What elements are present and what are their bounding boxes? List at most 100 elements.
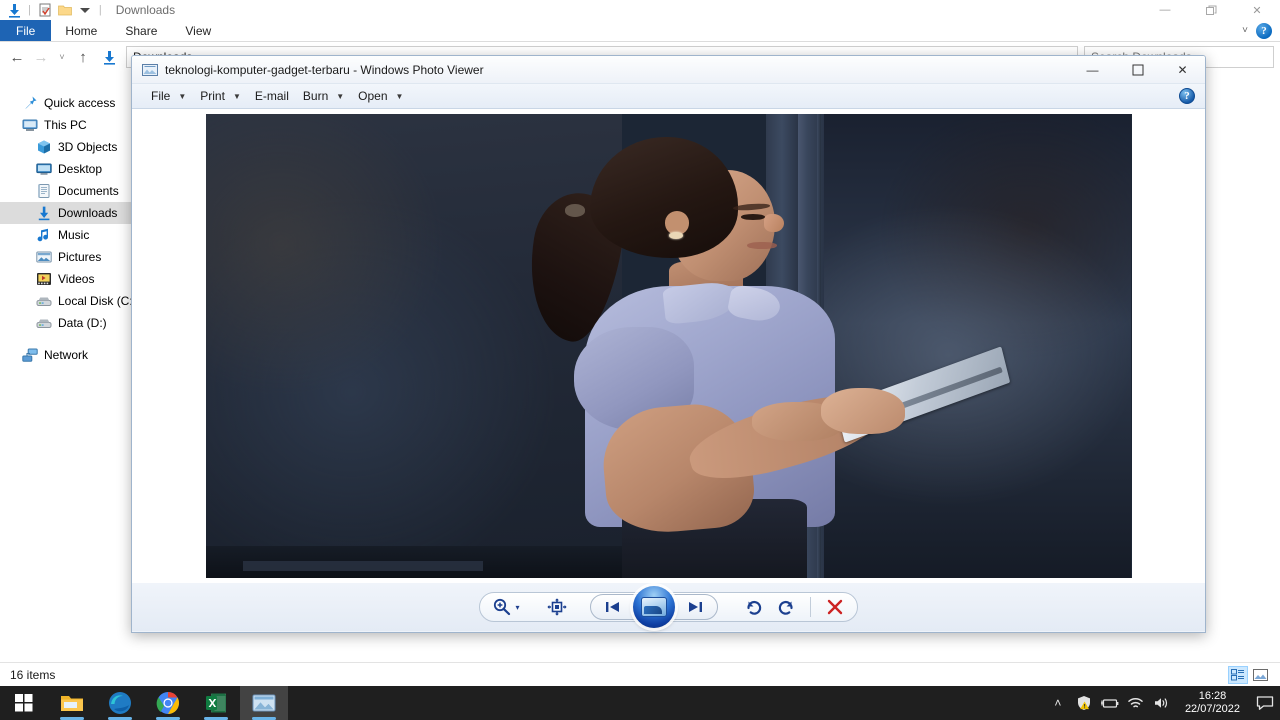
- zoom-button[interactable]: ▾: [486, 594, 525, 620]
- sidebar-item-label: Documents: [58, 184, 119, 198]
- downloads-folder-icon: [98, 46, 120, 68]
- new-folder-icon[interactable]: [57, 2, 73, 18]
- chevron-down-icon[interactable]: ˅: [1242, 25, 1248, 36]
- menu-label: File: [151, 89, 171, 103]
- action-center-icon[interactable]: [1250, 686, 1280, 720]
- tab-home[interactable]: Home: [51, 20, 111, 41]
- taskbar-google-chrome-icon[interactable]: [144, 686, 192, 720]
- item-count-label: 16 items: [10, 667, 56, 682]
- chevron-down-icon[interactable]: ▼: [178, 92, 186, 101]
- photo-viewer-title-bar[interactable]: teknologi-komputer-gadget-terbaru - Wind…: [132, 56, 1205, 84]
- tab-share[interactable]: Share: [111, 20, 171, 41]
- rotate-clockwise-button[interactable]: [770, 594, 802, 620]
- sidebar-item-label: Desktop: [58, 162, 103, 176]
- explorer-restore-button[interactable]: [1188, 0, 1234, 20]
- delete-button[interactable]: [819, 594, 851, 620]
- explorer-close-button[interactable]: ✕: [1234, 0, 1280, 20]
- photo-viewer-menu-print[interactable]: Print ▼: [193, 84, 248, 109]
- chevron-down-icon[interactable]: ▼: [396, 92, 404, 101]
- large-icons-view-button[interactable]: [1250, 666, 1270, 684]
- hard-disk-icon: [36, 293, 52, 309]
- photo-viewer-help-icon[interactable]: ?: [1179, 88, 1195, 104]
- photo-lips: [747, 241, 777, 250]
- up-button[interactable]: ↑: [72, 46, 94, 68]
- sidebar-item-label: Local Disk (C:): [58, 294, 137, 308]
- system-tray: ˄ 16:28 22/07/2022: [1045, 686, 1280, 720]
- show-hidden-icons-button[interactable]: ˄: [1045, 686, 1071, 720]
- next-image-button[interactable]: [675, 595, 715, 619]
- photo-viewer-menu-burn[interactable]: Burn ▼: [296, 84, 351, 109]
- sidebar-item-label: This PC: [44, 118, 87, 132]
- sidebar-item-label: Videos: [58, 272, 95, 286]
- tab-file[interactable]: File: [0, 20, 52, 41]
- windows-start-icon[interactable]: [0, 686, 48, 720]
- pin-icon: [22, 95, 38, 111]
- sidebar-item-label: Pictures: [58, 250, 102, 264]
- help-icon[interactable]: ?: [1256, 22, 1272, 39]
- music-icon: [36, 227, 52, 243]
- ribbon-tab-bar: File Home Share View ˅ ?: [0, 20, 1280, 42]
- windows-taskbar: ˄ 16:28 22/07/2022: [0, 686, 1280, 720]
- toolbar-divider: [809, 597, 811, 617]
- videos-icon: [36, 271, 52, 287]
- photo-viewer-menu-file[interactable]: File ▼: [144, 84, 193, 109]
- photo-viewer-title: teknologi-komputer-gadget-terbaru - Wind…: [165, 62, 484, 77]
- explorer-minimize-button[interactable]: —: [1142, 0, 1188, 20]
- back-button[interactable]: ←: [6, 46, 28, 68]
- recent-locations-icon[interactable]: ˅: [54, 46, 70, 68]
- rotate-counterclockwise-button[interactable]: [738, 594, 770, 620]
- ribbon-right-controls: ˅ ?: [1242, 20, 1280, 41]
- tab-view[interactable]: View: [171, 20, 225, 41]
- photo-viewer-maximize-button[interactable]: [1115, 56, 1160, 84]
- photo-viewer-canvas[interactable]: [132, 109, 1205, 583]
- hard-disk-icon: [36, 315, 52, 331]
- sidebar-item-label: 3D Objects: [58, 140, 118, 154]
- taskbar-clock[interactable]: 16:28 22/07/2022: [1175, 686, 1250, 720]
- photo-viewer-menu-e-mail[interactable]: E-mail: [248, 84, 296, 109]
- photo-viewer-toolbar: ▾: [132, 583, 1205, 631]
- photo-ear: [664, 211, 689, 235]
- forward-button[interactable]: →: [30, 46, 52, 68]
- slideshow-icon: [640, 597, 667, 617]
- security-warning-icon[interactable]: [1071, 686, 1097, 720]
- photo-viewer-close-button[interactable]: ✕: [1160, 56, 1205, 84]
- qat-separator-2: |: [98, 4, 102, 16]
- photo-image: [205, 114, 1132, 578]
- photo-viewer-menu-bar: File ▼ Print ▼ E-mail Burn ▼ Open ▼?: [132, 84, 1205, 109]
- menu-label: Print: [200, 89, 225, 103]
- network-icon: [22, 347, 38, 363]
- chevron-down-icon[interactable]: ▼: [233, 92, 241, 101]
- photo-viewer-menu-open[interactable]: Open ▼: [351, 84, 410, 109]
- toolbar-capsule: ▾: [479, 586, 858, 628]
- download-icon[interactable]: [6, 2, 22, 18]
- details-view-button[interactable]: [1228, 665, 1248, 684]
- play-slideshow-button[interactable]: [632, 586, 675, 628]
- documents-icon: [36, 183, 52, 199]
- previous-image-button[interactable]: [593, 595, 633, 619]
- clock-time: 16:28: [1198, 690, 1227, 702]
- downloads-icon: [36, 205, 52, 221]
- fit-to-window-button[interactable]: [540, 594, 574, 620]
- properties-icon[interactable]: [37, 2, 53, 18]
- sidebar-item-label: Downloads: [58, 206, 118, 220]
- taskbar-microsoft-excel-icon[interactable]: [192, 686, 240, 720]
- explorer-window-controls: — ✕: [1142, 0, 1280, 20]
- menu-label: E-mail: [254, 89, 289, 103]
- window-title: Downloads: [115, 3, 176, 17]
- sidebar-item-label: Data (D:): [58, 316, 107, 330]
- customize-dropdown-icon[interactable]: [77, 2, 93, 18]
- photo-viewer-minimize-button[interactable]: —: [1070, 56, 1115, 84]
- photo-viewer-icon: [142, 63, 158, 77]
- sidebar-item-label: Quick access: [44, 96, 116, 110]
- chevron-down-icon[interactable]: ▼: [336, 92, 344, 101]
- wifi-icon[interactable]: [1123, 686, 1149, 720]
- computer-icon: [22, 117, 38, 133]
- taskbar-file-explorer-icon[interactable]: [48, 686, 96, 720]
- volume-icon[interactable]: [1149, 686, 1175, 720]
- photo-hair: [589, 137, 738, 258]
- pictures-icon: [36, 249, 52, 265]
- battery-icon[interactable]: [1097, 686, 1123, 720]
- zoom-caret-icon[interactable]: ▾: [515, 603, 519, 612]
- taskbar-microsoft-edge-icon[interactable]: [96, 686, 144, 720]
- taskbar-windows-photo-viewer-icon[interactable]: [240, 686, 288, 720]
